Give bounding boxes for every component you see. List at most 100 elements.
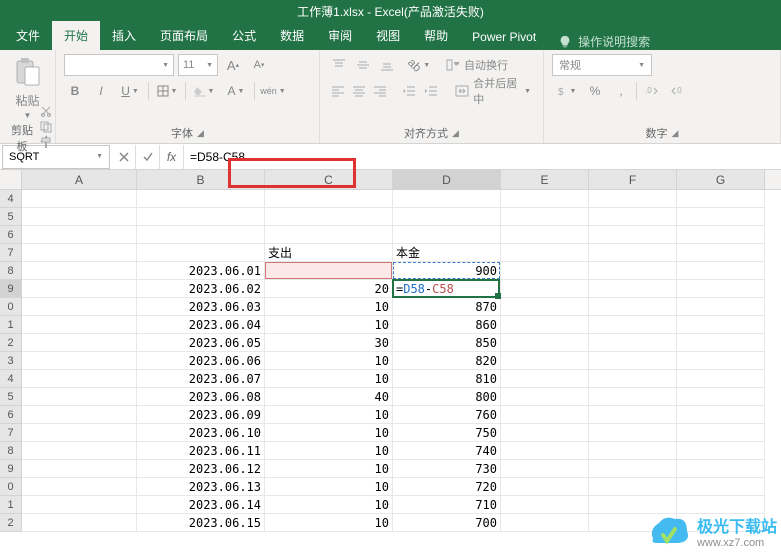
col-header[interactable]: G (677, 170, 765, 189)
cell[interactable] (501, 262, 589, 280)
font-color-button[interactable]: A▼ (222, 80, 250, 102)
cell[interactable]: 900 (393, 262, 501, 280)
col-header[interactable]: F (589, 170, 677, 189)
enter-button[interactable] (136, 145, 160, 169)
row-header[interactable]: 4 (0, 370, 22, 388)
editing-cell[interactable]: =D58-C58 (392, 279, 500, 298)
cell[interactable] (589, 262, 677, 280)
increase-font-button[interactable]: A▴ (222, 54, 244, 76)
cell[interactable] (393, 208, 501, 226)
cell[interactable] (589, 478, 677, 496)
increase-indent-button[interactable] (421, 80, 440, 102)
fill-color-button[interactable]: ▼ (190, 80, 218, 102)
cell[interactable] (589, 370, 677, 388)
row-header[interactable]: 3 (0, 352, 22, 370)
row-header[interactable]: 5 (0, 208, 22, 226)
cell[interactable] (22, 406, 137, 424)
cell[interactable] (22, 424, 137, 442)
cell[interactable]: 10 (265, 514, 393, 532)
cell[interactable] (501, 442, 589, 460)
cell[interactable] (677, 316, 765, 334)
font-size-select[interactable]: 11▼ (178, 54, 218, 76)
select-all-corner[interactable] (0, 170, 22, 189)
cell[interactable]: 2023.06.01 (137, 262, 265, 280)
cell[interactable] (22, 226, 137, 244)
launcher-icon[interactable]: ◢ (672, 128, 679, 139)
cell[interactable] (677, 424, 765, 442)
formula-input[interactable]: =D58-C58 (184, 145, 781, 169)
cell[interactable] (589, 388, 677, 406)
format-painter-icon[interactable] (38, 136, 54, 150)
percent-button[interactable]: % (584, 80, 606, 102)
align-middle-button[interactable] (352, 54, 374, 76)
col-header[interactable]: D (393, 170, 501, 189)
cell[interactable]: 10 (265, 352, 393, 370)
row-header[interactable]: 7 (0, 424, 22, 442)
cell[interactable] (589, 226, 677, 244)
bold-button[interactable]: B (64, 80, 86, 102)
cell[interactable] (22, 478, 137, 496)
cell[interactable]: 10 (265, 406, 393, 424)
cells-area[interactable]: 支出本金2023.06.01109002023.06.02202023.06.0… (22, 190, 781, 532)
row-header[interactable]: 0 (0, 298, 22, 316)
cell[interactable]: 870 (393, 298, 501, 316)
row-header[interactable]: 2 (0, 334, 22, 352)
cell[interactable]: 10 (265, 478, 393, 496)
cell[interactable]: 10 (265, 316, 393, 334)
cell[interactable]: 810 (393, 370, 501, 388)
cell[interactable]: 40 (265, 388, 393, 406)
orientation-button[interactable]: ab▼ (408, 54, 430, 76)
cell[interactable]: 2023.06.07 (137, 370, 265, 388)
col-header[interactable]: A (22, 170, 137, 189)
tab-layout[interactable]: 页面布局 (148, 21, 220, 50)
cell[interactable]: 2023.06.10 (137, 424, 265, 442)
cell[interactable] (589, 424, 677, 442)
grid[interactable]: A B C D E F G 4567890123456789012 支出本金20… (0, 170, 781, 539)
col-header[interactable]: B (137, 170, 265, 189)
decrease-indent-button[interactable] (399, 80, 418, 102)
cell[interactable]: 2023.06.06 (137, 352, 265, 370)
cell[interactable] (589, 334, 677, 352)
cell[interactable] (501, 298, 589, 316)
cell[interactable] (393, 190, 501, 208)
cell[interactable] (589, 190, 677, 208)
cell[interactable]: 本金 (393, 244, 501, 262)
cell[interactable] (265, 208, 393, 226)
tab-formulas[interactable]: 公式 (220, 21, 268, 50)
row-header[interactable]: 1 (0, 496, 22, 514)
tab-help[interactable]: 帮助 (412, 21, 460, 50)
phonetic-button[interactable]: wén▼ (259, 80, 287, 102)
cell[interactable] (22, 190, 137, 208)
cancel-button[interactable] (112, 145, 136, 169)
col-header[interactable]: E (501, 170, 589, 189)
cell[interactable]: 2023.06.12 (137, 460, 265, 478)
tab-powerpivot[interactable]: Power Pivot (460, 24, 548, 50)
cell[interactable] (677, 388, 765, 406)
cell[interactable] (501, 370, 589, 388)
row-header[interactable]: 4 (0, 190, 22, 208)
cell[interactable]: 10 (265, 442, 393, 460)
cell[interactable]: 20 (265, 280, 393, 298)
cell[interactable] (589, 316, 677, 334)
comma-button[interactable]: , (610, 80, 632, 102)
cell[interactable] (501, 280, 589, 298)
tab-insert[interactable]: 插入 (100, 21, 148, 50)
cell[interactable]: 30 (265, 334, 393, 352)
cell[interactable]: 2023.06.04 (137, 316, 265, 334)
cell[interactable] (22, 244, 137, 262)
cell[interactable] (589, 442, 677, 460)
cell[interactable]: 2023.06.03 (137, 298, 265, 316)
cell[interactable] (677, 190, 765, 208)
cell[interactable] (393, 226, 501, 244)
cell[interactable]: 支出 (265, 244, 393, 262)
cell[interactable] (677, 370, 765, 388)
cell[interactable] (589, 280, 677, 298)
cell[interactable] (22, 388, 137, 406)
cell[interactable] (677, 478, 765, 496)
row-header[interactable]: 6 (0, 406, 22, 424)
cell[interactable] (22, 460, 137, 478)
cell[interactable] (589, 406, 677, 424)
cell[interactable]: 760 (393, 406, 501, 424)
cell[interactable] (22, 262, 137, 280)
cell[interactable] (22, 514, 137, 532)
